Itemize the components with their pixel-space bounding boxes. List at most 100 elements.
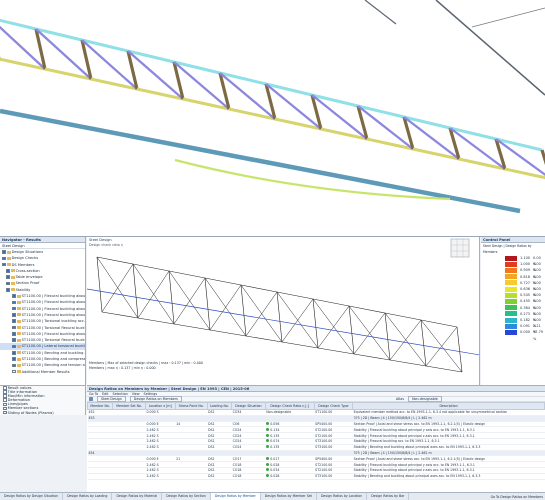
table-cell: ST3100.00 xyxy=(314,473,353,480)
legend-swatch xyxy=(505,280,517,286)
table-row[interactable]: 2.462 S DS1 CO18 0.028 ST3100.00 Stability |… xyxy=(87,473,545,480)
navigator-item-label: ST1100.00 | Bending and compression... xyxy=(21,357,85,362)
check-ok-icon xyxy=(266,421,270,425)
check-icon xyxy=(16,370,21,374)
checkbox-icon[interactable] xyxy=(12,369,16,374)
column-header[interactable]: Design Situation xyxy=(231,402,266,410)
table-cell xyxy=(175,473,208,480)
filter-label: Atlas xyxy=(395,397,405,401)
column-header[interactable]: Stress Point No. xyxy=(174,402,208,410)
navigator-item-label: Section Proof xyxy=(15,281,40,286)
screen: Navigator - Results Steel Design Design … xyxy=(0,0,545,500)
check-ok-icon xyxy=(266,468,270,472)
table-tab[interactable]: Design Ratios by Design Situation xyxy=(0,493,64,500)
navigator-item[interactable]: ST1100.00 | Bending and tension acc. t..… xyxy=(0,362,85,368)
checkbox-icon[interactable] xyxy=(3,406,7,411)
results-table-panel: Design Ratios on Members by Member | Ste… xyxy=(87,385,545,500)
check-icon xyxy=(16,344,21,348)
display-option-label: Sliding of Nodes (Plasma) xyxy=(7,410,54,415)
checkbox-icon[interactable] xyxy=(12,357,16,361)
navigator-item-label: ST1100.00 | Torsional flexural buckling xyxy=(21,338,85,343)
table-tab[interactable]: Design Ratios by Location xyxy=(317,493,368,500)
table-tab[interactable]: Design Ratios by Material xyxy=(112,493,163,500)
model-viewport[interactable]: Steel Design Design check ratio η Member… xyxy=(87,237,480,385)
table-cell: DS1 xyxy=(207,473,232,480)
column-header[interactable]: Loading No. xyxy=(206,402,233,410)
navigator-item-label: ST1100.00 | Flexural buckling about pr..… xyxy=(21,312,85,317)
checkbox-icon[interactable] xyxy=(12,363,16,368)
folder-icon xyxy=(10,288,15,292)
checkbox-icon[interactable] xyxy=(12,344,16,349)
checkbox-icon[interactable] xyxy=(12,332,16,336)
table-cell: CO18 xyxy=(231,473,266,480)
view-cube-icon[interactable] xyxy=(450,238,470,258)
checkbox-icon[interactable] xyxy=(12,325,16,330)
navigator-item[interactable]: Additional Member Results xyxy=(0,369,85,375)
table-tab[interactable]: Design Ratios by Section xyxy=(162,493,211,500)
navigator-item-label: DS Members xyxy=(11,262,35,267)
legend-percent: 97.79 % xyxy=(533,330,544,341)
checkbox-icon[interactable] xyxy=(12,294,16,298)
legend-swatch xyxy=(505,292,517,298)
table-tab[interactable]: Design Ratios by Loading xyxy=(63,493,113,500)
navigator-item[interactable]: ST1100.00 | Lateral torsional buckling xyxy=(0,343,85,350)
navigator-item[interactable]: ST1100.00 | Torsional buckling acc. to..… xyxy=(0,318,85,324)
checkbox-icon[interactable] xyxy=(12,300,16,305)
navigator-item[interactable]: ST1100.00 | Torsional flexural buckling xyxy=(0,325,85,331)
truss-3d-render xyxy=(0,0,545,228)
checkbox-icon[interactable] xyxy=(12,306,16,311)
filter-icon[interactable] xyxy=(89,397,93,401)
navigator-item-label: ST1100.00 | Bending and buckling abo... xyxy=(21,350,85,355)
navigator-display-panel: Result values Title information Max/Min in… xyxy=(0,385,86,415)
table-tab[interactable]: Design Ratios by Bar xyxy=(367,493,410,500)
table-tab[interactable]: Design Ratios by Member xyxy=(210,493,261,500)
table-tab[interactable]: Design Ratios by Member Set xyxy=(261,493,317,500)
checkbox-icon[interactable] xyxy=(6,269,10,273)
checkbox-icon[interactable] xyxy=(2,262,6,267)
checkbox-icon[interactable] xyxy=(6,281,10,286)
checkbox-icon[interactable] xyxy=(12,313,16,317)
navigator-item[interactable]: ST1100.00 | Flexural buckling about pr..… xyxy=(0,299,85,305)
navigator-item-label: ST1100.00 | Flexural buckling about pr..… xyxy=(21,306,85,311)
folder-icon xyxy=(6,250,11,254)
legend-swatch xyxy=(505,255,517,261)
legend-swatch xyxy=(505,317,517,323)
check-icon xyxy=(16,338,21,342)
checkbox-icon[interactable] xyxy=(3,410,7,415)
check-icon xyxy=(16,326,21,330)
checkbox-icon[interactable] xyxy=(6,287,10,292)
column-header[interactable]: Design Check Type xyxy=(313,402,354,410)
column-header[interactable]: Member Set No. xyxy=(112,402,147,410)
checkbox-icon[interactable] xyxy=(12,350,16,355)
table-cell: 0.028 xyxy=(265,473,315,480)
filter-dropdown[interactable]: Non-designable xyxy=(408,396,442,402)
column-header[interactable]: Location x [m] xyxy=(145,402,176,410)
navigator-item-label: ST1100.00 | Bending and tension acc. t..… xyxy=(21,363,85,368)
checkbox-icon[interactable] xyxy=(2,256,6,261)
check-icon xyxy=(16,313,21,317)
navigator-item-label: ST1100.00 | Torsional flexural buckling xyxy=(21,325,85,330)
column-header[interactable]: Member No. xyxy=(87,402,114,410)
check-ok-icon xyxy=(266,427,270,431)
table-cell xyxy=(87,473,113,480)
table-cell: Stability | Bending and buckling about p… xyxy=(352,473,545,480)
checkbox-icon[interactable] xyxy=(12,319,16,324)
checkbox-icon[interactable] xyxy=(12,338,16,342)
check-icon xyxy=(16,363,21,367)
navigator-item-label: Design Checks xyxy=(11,256,39,261)
display-option[interactable]: Sliding of Nodes (Plasma) xyxy=(0,411,85,415)
viewport-info-2: Members | max η : 0.137 | min η : 0.000 xyxy=(89,366,156,370)
checkbox-icon[interactable] xyxy=(6,275,10,279)
check-ok-icon xyxy=(266,439,270,443)
check-ok-icon xyxy=(266,445,270,449)
results-type-dropdown[interactable]: Design Ratios on Members xyxy=(129,396,182,402)
folder-icon xyxy=(6,256,11,260)
column-header[interactable]: Design Check Ratio η [-] xyxy=(264,402,315,410)
navigator-item-label: Table envelope xyxy=(15,275,43,280)
check-icon xyxy=(16,300,21,304)
steel-design-dropdown[interactable]: Steel Design xyxy=(97,396,126,402)
check-icon xyxy=(16,332,21,336)
checkbox-icon[interactable] xyxy=(2,250,6,254)
legend-swatch xyxy=(505,261,517,267)
column-header[interactable]: Description xyxy=(352,402,545,410)
